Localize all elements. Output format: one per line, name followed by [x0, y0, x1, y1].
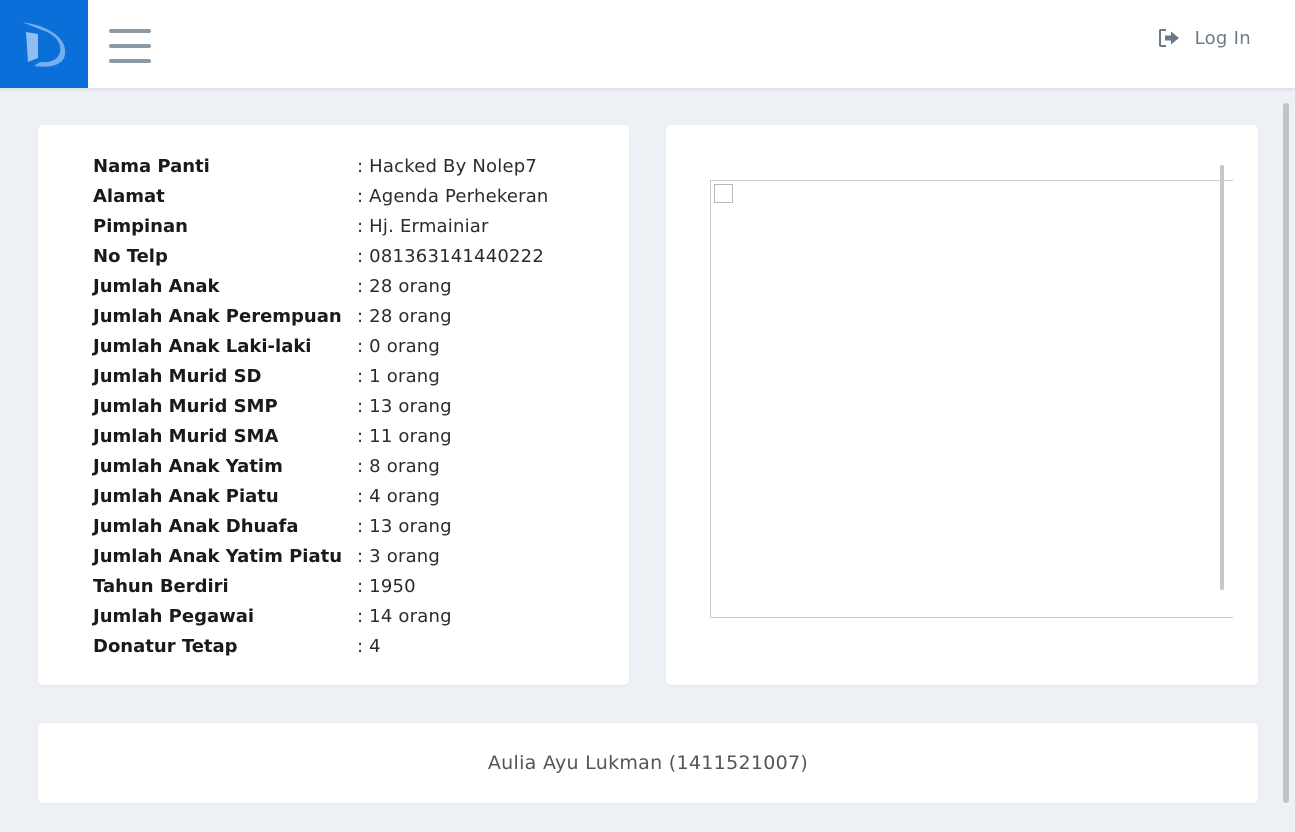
info-value: : Hacked By Nolep7 [357, 155, 538, 177]
orphanage-info-card: Nama Panti : Hacked By Nolep7 Alamat : Agen… [38, 125, 629, 685]
info-label: Alamat [93, 185, 165, 207]
info-label: Donatur Tetap [93, 635, 238, 657]
info-row: No Telp : 081363141440222 [93, 241, 549, 271]
info-value: : 1950 [357, 575, 416, 597]
info-label: Jumlah Anak Yatim Piatu [93, 545, 343, 567]
info-value: : 1 orang [357, 365, 441, 387]
info-value: : 4 orang [357, 485, 441, 507]
d-logo-icon [22, 22, 66, 67]
info-label: Jumlah Anak [93, 275, 220, 297]
login-button[interactable]: Log In [1158, 26, 1251, 50]
info-row: Jumlah Anak Yatim : 8 orang [93, 451, 549, 481]
info-value: : Agenda Perhekeran [357, 185, 549, 207]
info-label: Jumlah Murid SMP [93, 395, 278, 417]
info-value: : 28 orang [357, 305, 452, 327]
info-label: Jumlah Anak Piatu [93, 485, 279, 507]
map-scrollbar[interactable] [1220, 165, 1224, 590]
footer: Aulia Ayu Lukman (1411521007) [38, 723, 1258, 803]
info-value: : 14 orang [357, 605, 452, 627]
info-label: No Telp [93, 245, 168, 267]
info-row: Jumlah Murid SMP : 13 orang [93, 391, 549, 421]
orphanage-info-table: Nama Panti : Hacked By Nolep7 Alamat : Agen… [93, 151, 549, 661]
info-label: Jumlah Murid SD [93, 365, 262, 387]
info-value: : 8 orang [357, 455, 441, 477]
info-label: Jumlah Anak Dhuafa [93, 515, 299, 537]
info-value: : 28 orang [357, 275, 452, 297]
info-row: Jumlah Murid SD : 1 orang [93, 361, 549, 391]
sign-in-icon [1158, 29, 1179, 47]
info-row: Jumlah Anak Piatu : 4 orang [93, 481, 549, 511]
footer-credit: Aulia Ayu Lukman (1411521007) [487, 752, 809, 774]
info-label: Pimpinan [93, 215, 188, 237]
brand-logo[interactable] [0, 0, 88, 88]
info-value: : 0 orang [357, 335, 441, 357]
info-label: Tahun Berdiri [93, 575, 229, 597]
info-row: Jumlah Anak Perempuan : 28 orang [93, 301, 549, 331]
info-row: Jumlah Anak Dhuafa : 13 orang [93, 511, 549, 541]
info-row: Alamat : Agenda Perhekeran [93, 181, 549, 211]
map-card [666, 125, 1258, 685]
info-row: Tahun Berdiri : 1950 [93, 571, 549, 601]
info-value: : 13 orang [357, 515, 452, 537]
hamburger-menu-icon[interactable] [109, 29, 151, 65]
info-row: Jumlah Murid SMA : 11 orang [93, 421, 549, 451]
info-row: Jumlah Anak : 28 orang [93, 271, 549, 301]
broken-image-icon [714, 184, 733, 203]
info-row: Jumlah Pegawai : 14 orang [93, 601, 549, 631]
info-label: Jumlah Murid SMA [93, 425, 279, 447]
info-label: Nama Panti [93, 155, 210, 177]
info-value: : 081363141440222 [357, 245, 544, 267]
info-label: Jumlah Anak Yatim [93, 455, 283, 477]
info-label: Jumlah Anak Laki-laki [93, 335, 312, 357]
login-label: Log In [1194, 27, 1251, 49]
info-value: : 11 orang [357, 425, 452, 447]
info-value: : 4 [357, 635, 381, 657]
info-row: Jumlah Anak Yatim Piatu : 3 orang [93, 541, 549, 571]
info-row: Pimpinan : Hj. Ermainiar [93, 211, 549, 241]
info-row: Nama Panti : Hacked By Nolep7 [93, 151, 549, 181]
map-embed[interactable] [710, 180, 1233, 618]
info-value: : Hj. Ermainiar [357, 215, 489, 237]
info-label: Jumlah Anak Perempuan [93, 305, 342, 327]
info-row: Donatur Tetap : 4 [93, 631, 549, 661]
info-value: : 13 orang [357, 395, 452, 417]
page-scrollbar[interactable] [1283, 103, 1289, 803]
info-value: : 3 orang [357, 545, 441, 567]
info-row: Jumlah Anak Laki-laki : 0 orang [93, 331, 549, 361]
top-navbar: Log In [0, 0, 1295, 88]
info-label: Jumlah Pegawai [93, 605, 255, 627]
